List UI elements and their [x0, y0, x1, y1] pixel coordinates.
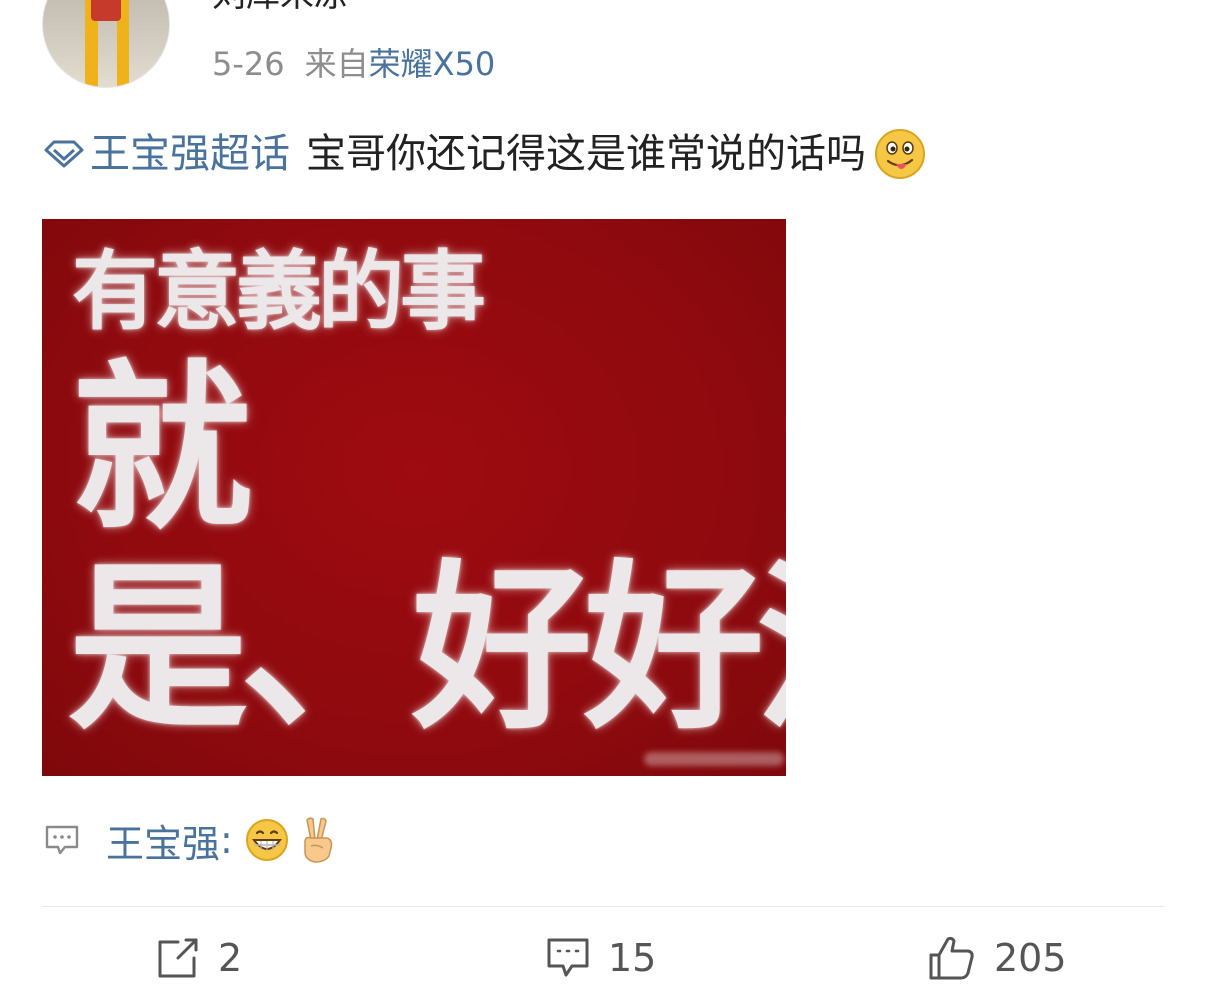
image-text-line-1: 有意義的事 [72, 241, 486, 342]
like-count: 205 [994, 936, 1067, 980]
source-prefix: 来自 [304, 45, 369, 83]
comment-icon [547, 938, 589, 977]
image-text-line-3: 是、好好活 [68, 543, 786, 754]
like-button[interactable]: 205 [928, 932, 1067, 984]
comment-bubble-icon [45, 825, 79, 855]
username[interactable]: 刘库米凉 [212, 0, 348, 12]
avatar[interactable] [42, 0, 170, 88]
diamond-icon [44, 140, 84, 168]
repost-icon [158, 938, 198, 978]
post-text: 王宝强超话 宝哥你还记得这是谁常说的话吗 [44, 124, 926, 184]
post-meta: 5-26 来自荣耀X50 [212, 44, 495, 84]
repost-count: 2 [218, 936, 243, 980]
comment-count: 15 [608, 936, 657, 980]
thumbs-up-icon [929, 936, 974, 980]
repost-button[interactable]: 2 [156, 932, 242, 984]
divider [42, 906, 1164, 907]
tongue-out-face-icon [875, 129, 925, 179]
watermark [644, 752, 784, 766]
grin-face-icon [245, 819, 288, 861]
commenter-name[interactable]: 王宝强 [106, 813, 220, 868]
super-topic-label: 王宝强超话 [90, 131, 290, 177]
post-body: 宝哥你还记得这是谁常说的话吗 [306, 131, 866, 177]
image-text-line-2: 就 [72, 343, 253, 554]
comment-preview[interactable]: 王宝强: [44, 812, 345, 868]
commenter-colon: : [220, 818, 233, 862]
post-date: 5-26 [212, 45, 285, 83]
victory-hand-icon [304, 817, 333, 863]
super-topic-link[interactable]: 王宝强超话 [44, 124, 290, 184]
post-image[interactable]: 有意義的事 就 是、好好活 [42, 219, 786, 776]
avatar-image-detail [91, 0, 121, 21]
comment-button[interactable]: 15 [546, 932, 656, 984]
device-link[interactable]: 荣耀X50 [369, 45, 496, 83]
